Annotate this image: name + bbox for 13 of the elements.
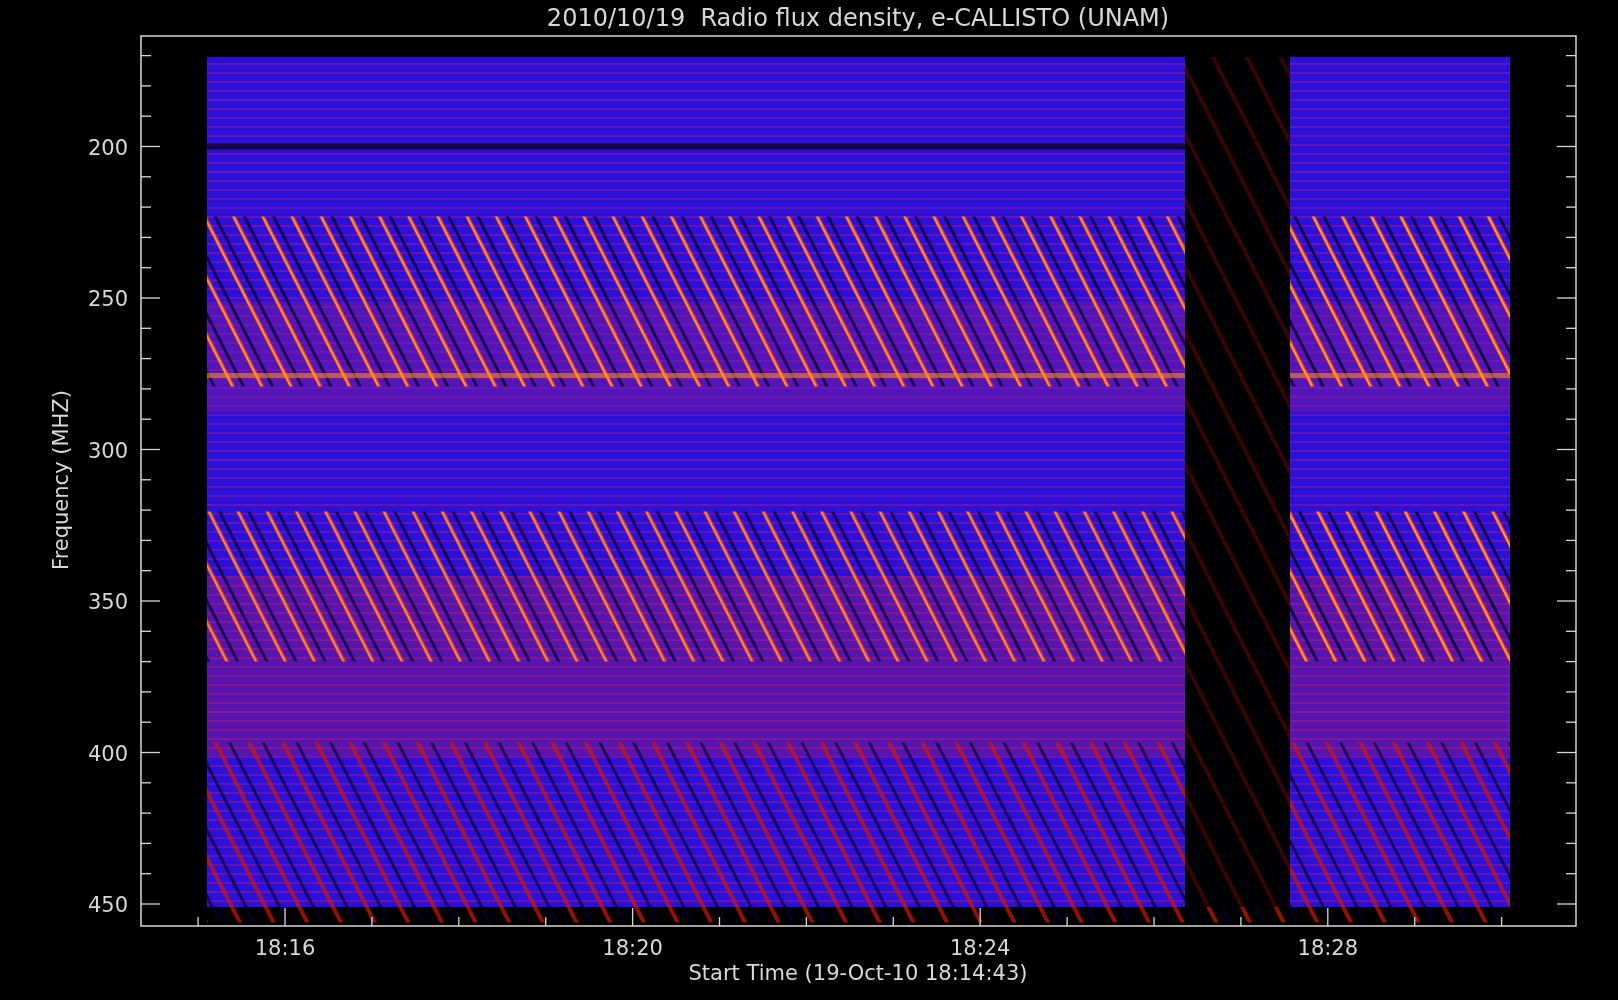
y-axis-label: Frequency (MHZ): [49, 390, 73, 570]
y-tick-label: 400: [87, 741, 128, 766]
y-tick-label: 200: [87, 135, 128, 160]
x-tick-label: 18:20: [602, 936, 663, 960]
y-tick-label: 250: [87, 287, 128, 311]
y-tick-label: 450: [87, 893, 128, 917]
x-tick-label: 18:24: [949, 936, 1011, 960]
y-tick-label: 350: [87, 590, 128, 614]
x-tick-label: 18:28: [1297, 936, 1359, 960]
y-tick-label: 300: [87, 438, 128, 463]
chart-title: 2010/10/19 Radio flux density, e-CALLISTO (UNAM): [546, 4, 1170, 32]
x-axis-label: Start Time (19-Oct-10 18:14:43): [688, 961, 1028, 985]
x-tick-label: 18:16: [254, 936, 316, 960]
